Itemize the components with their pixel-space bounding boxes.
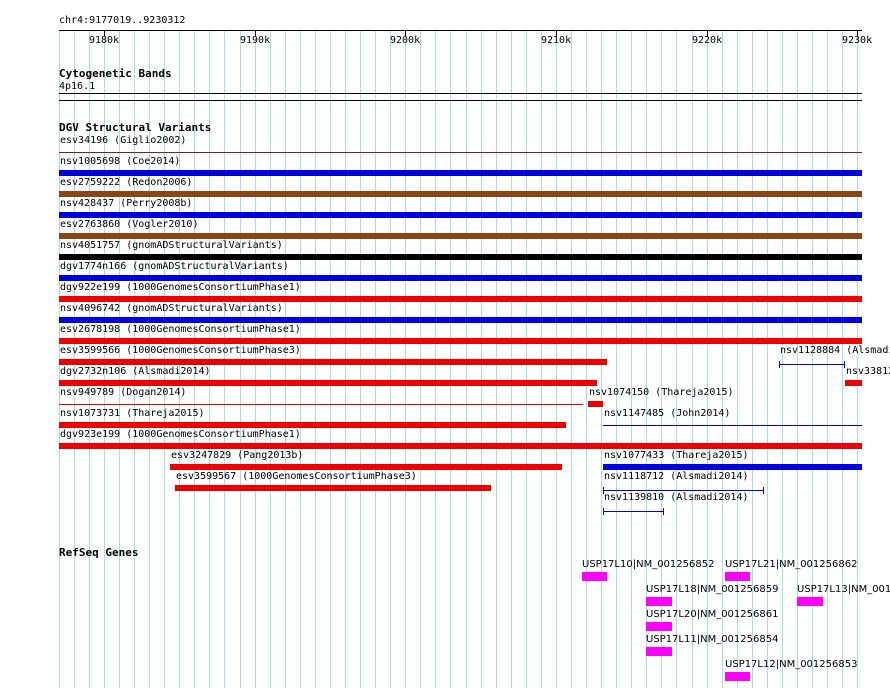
cytoband-bar-top [59, 93, 862, 94]
cytoband-bar-bottom [59, 100, 862, 101]
dgv-feature-label[interactable]: esv2678198 (1000GenomesConsortiumPhase1) [60, 324, 301, 335]
ruler-tick-label: 9180k [89, 35, 120, 46]
dgv-feature-label[interactable]: nsv1077433 (Thareja2015) [604, 450, 749, 461]
refseq-gene-label[interactable]: USP17L11|NM_001256854 [646, 634, 778, 645]
dgv-feature-bar[interactable] [59, 191, 862, 197]
dgv-feature-label[interactable]: dgv922e199 (1000GenomesConsortiumPhase1) [60, 282, 301, 293]
refseq-gene-bar[interactable] [582, 572, 607, 581]
dgv-feature-label[interactable]: nsv1118712 (Alsmadi2014) [604, 471, 749, 482]
dgv-feature-bar[interactable] [603, 425, 862, 426]
dgv-feature-bar[interactable] [59, 296, 862, 302]
dgv-feature-bar[interactable] [59, 317, 862, 323]
refseq-gene-bar[interactable] [797, 597, 823, 606]
dgv-feature-label[interactable]: esv3599567 (1000GenomesConsortiumPhase3) [176, 471, 417, 482]
dgv-feature-label[interactable]: nsv4096742 (gnomADStructuralVariants) [60, 303, 283, 314]
dgv-feature-bar[interactable] [59, 380, 597, 386]
dgv-feature-bar[interactable] [170, 464, 562, 470]
dgv-feature-bar[interactable] [59, 359, 607, 365]
dgv-feature-bar[interactable] [779, 361, 845, 368]
dgv-feature-bar[interactable] [59, 275, 862, 281]
dgv-feature-bar[interactable] [59, 254, 862, 260]
cytoband-label: 4p16.1 [59, 81, 96, 92]
dgv-feature-bar[interactable] [845, 380, 862, 386]
dgv-feature-bar[interactable] [59, 233, 862, 239]
dgv-feature-label[interactable]: dgv923e199 (1000GenomesConsortiumPhase1) [60, 429, 301, 440]
dgv-feature-label[interactable]: esv34196 (Giglio2002) [60, 135, 186, 146]
dgv-feature-bar[interactable] [175, 485, 491, 491]
dgv-track-title: DGV Structural Variants [59, 121, 212, 134]
ruler-line [59, 30, 862, 31]
ruler-tick-label: 9190k [240, 35, 271, 46]
position-label: chr4:9177019..9230312 [59, 15, 186, 26]
refseq-gene-label[interactable]: USP17L12|NM_001256853 [725, 659, 857, 670]
ruler-tick-label: 9230k [842, 35, 873, 46]
refseq-gene-bar[interactable] [725, 672, 750, 681]
dgv-feature-bar[interactable] [59, 338, 862, 344]
dgv-feature-bar[interactable] [588, 401, 603, 407]
dgv-feature-label[interactable]: nsv949789 (Dogan2014) [60, 387, 186, 398]
refseq-gene-bar[interactable] [725, 572, 750, 581]
dgv-feature-bar[interactable] [59, 422, 566, 428]
dgv-feature-label[interactable]: nsv1139810 (Alsmadi2014) [604, 492, 749, 503]
ruler-tick-label: 9200k [390, 35, 421, 46]
dgv-feature-label[interactable]: nsv1005698 (Coe2014) [60, 156, 180, 167]
dgv-feature-label[interactable]: nsv33812 [846, 366, 890, 377]
ruler-tick-label: 9210k [541, 35, 572, 46]
dgv-feature-label[interactable]: nsv4051757 (gnomADStructuralVariants) [60, 240, 283, 251]
refseq-gene-label[interactable]: USP17L13|NM_001256868 [797, 584, 890, 595]
dgv-feature-bar[interactable] [59, 152, 862, 153]
refseq-gene-label[interactable]: USP17L10|NM_001256852 [582, 559, 714, 570]
dgv-feature-label[interactable]: dgv1774n166 (gnomADStructuralVariants) [60, 261, 289, 272]
dgv-feature-label[interactable]: esv3599566 (1000GenomesConsortiumPhase3) [60, 345, 301, 356]
dgv-feature-label[interactable]: nsv1147485 (John2014) [604, 408, 730, 419]
dgv-feature-bar[interactable] [59, 443, 862, 449]
dgv-feature-label[interactable]: esv2759222 (Redon2006) [60, 177, 192, 188]
dgv-feature-label[interactable]: nsv1074150 (Thareja2015) [589, 387, 734, 398]
refseq-gene-label[interactable]: USP17L20|NM_001256861 [646, 609, 778, 620]
dgv-feature-bar[interactable] [59, 404, 583, 405]
cytoband-track-title: Cytogenetic Bands [59, 67, 172, 80]
dgv-feature-label[interactable]: esv2763860 (Vogler2010) [60, 219, 198, 230]
refseq-gene-bar[interactable] [646, 647, 672, 656]
refseq-gene-bar[interactable] [646, 597, 672, 606]
dgv-feature-label[interactable]: nsv1073731 (Thareja2015) [60, 408, 205, 419]
refseq-gene-bar[interactable] [646, 622, 672, 631]
refseq-gene-label[interactable]: USP17L21|NM_001256862 [725, 559, 857, 570]
dgv-feature-label[interactable]: dgv2732n106 (Alsmadi2014) [60, 366, 211, 377]
dgv-feature-label[interactable]: nsv428437 (Perry2008b) [60, 198, 192, 209]
dgv-feature-bar[interactable] [59, 212, 862, 218]
dgv-feature-label[interactable]: nsv1128884 (Alsmadi2 [780, 345, 890, 356]
dgv-feature-bar[interactable] [603, 508, 664, 515]
dgv-feature-label[interactable]: esv3247829 (Pang2013b) [171, 450, 303, 461]
ruler-tick-label: 9220k [692, 35, 723, 46]
dgv-feature-bar[interactable] [59, 170, 862, 176]
refseq-track-title: RefSeq Genes [59, 546, 139, 559]
refseq-gene-label[interactable]: USP17L18|NM_001256859 [646, 584, 778, 595]
dgv-feature-bar[interactable] [603, 464, 862, 470]
